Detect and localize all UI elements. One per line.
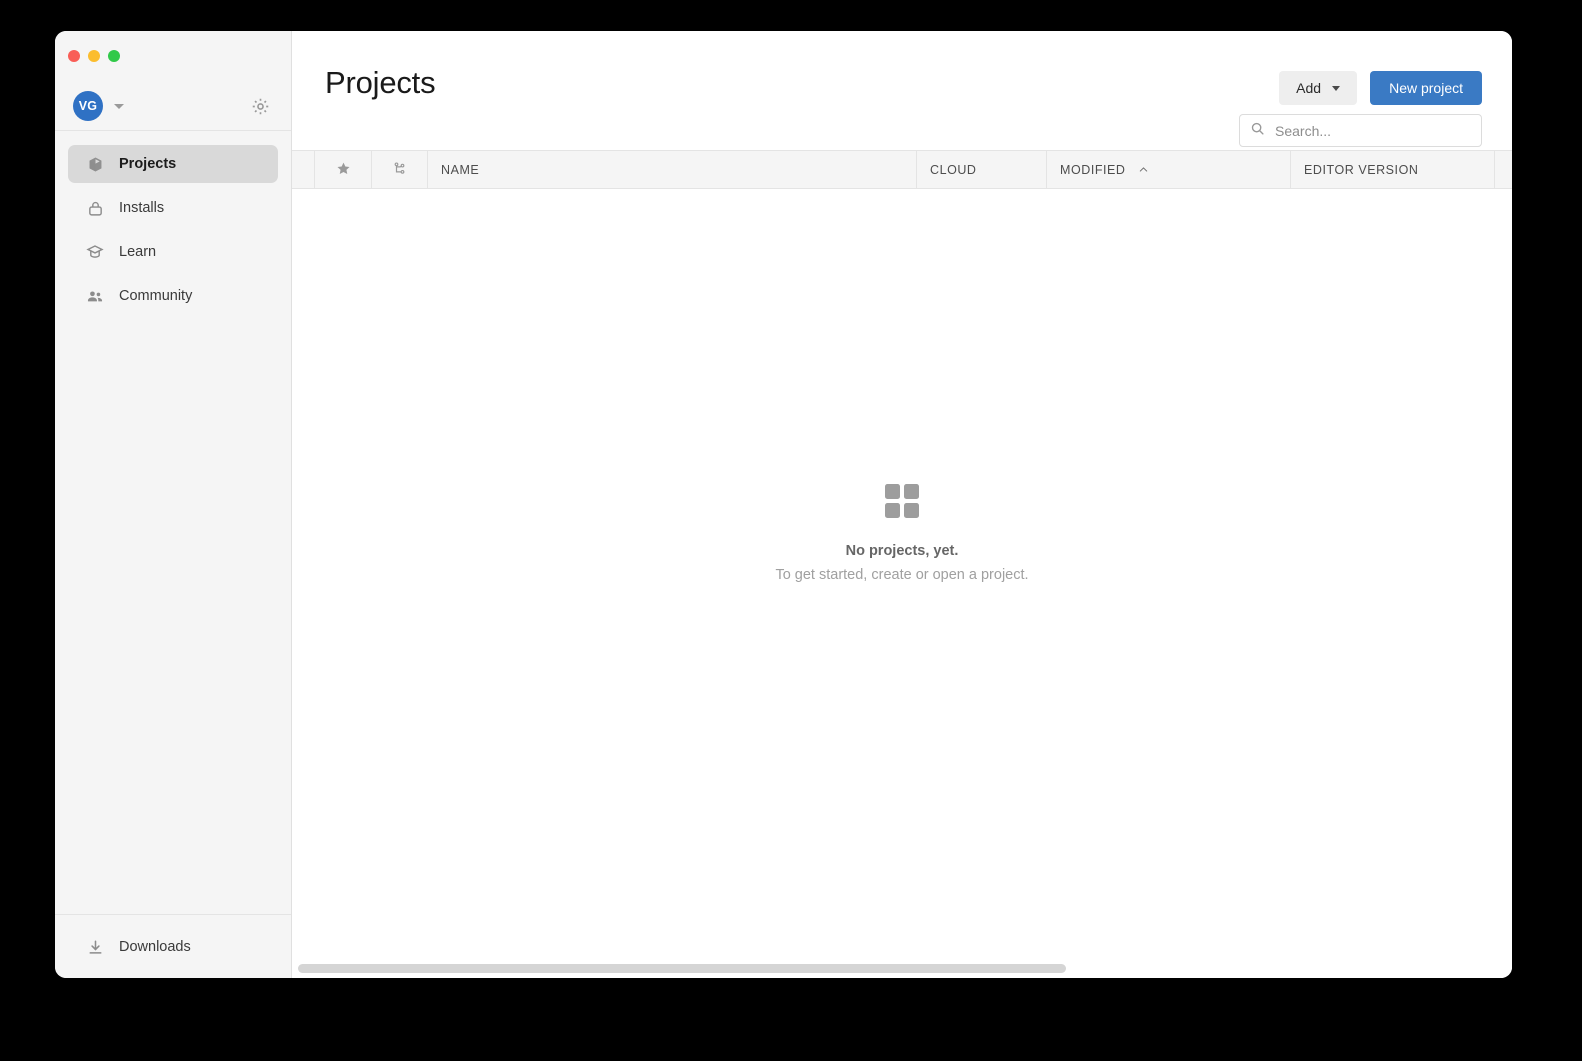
sidebar-item-downloads[interactable]: Downloads xyxy=(68,928,278,966)
sidebar-item-label: Projects xyxy=(119,156,177,172)
sidebar-footer: Downloads xyxy=(55,914,291,978)
search-row xyxy=(1239,114,1482,147)
table-header-gutter xyxy=(292,151,315,188)
graduation-cap-icon xyxy=(86,243,104,261)
search-box[interactable] xyxy=(1239,114,1482,147)
avatar[interactable]: VG xyxy=(73,91,103,121)
chevron-down-icon[interactable] xyxy=(114,103,124,109)
table-header-label: CLOUD xyxy=(930,162,977,177)
header-actions: Add New project xyxy=(1279,71,1482,105)
table-header-name[interactable]: NAME xyxy=(428,151,917,188)
table-header-label: EDITOR VERSION xyxy=(1304,162,1419,177)
empty-state-title: No projects, yet. xyxy=(845,543,959,559)
sidebar-item-installs[interactable]: Installs xyxy=(68,189,278,227)
sidebar-item-projects[interactable]: Projects xyxy=(68,145,278,183)
search-input[interactable] xyxy=(1275,122,1460,139)
git-branch-icon xyxy=(392,161,407,179)
cube-icon xyxy=(86,155,104,173)
projects-table-header: NAME CLOUD MODIFIED EDITOR VERSION xyxy=(292,150,1512,189)
sidebar-nav: Projects Installs Learn Community xyxy=(55,131,291,914)
table-header-favorite[interactable] xyxy=(315,151,372,188)
sidebar-item-label: Community xyxy=(119,288,193,304)
traffic-light-buttons xyxy=(68,50,120,62)
scrollbar-thumb[interactable] xyxy=(298,964,1066,973)
table-header-cloud[interactable]: CLOUD xyxy=(917,151,1047,188)
grid-square xyxy=(885,484,900,499)
projects-table-body: No projects, yet. To get started, create… xyxy=(292,189,1512,978)
minimize-window-button[interactable] xyxy=(88,50,100,62)
table-header-editor-version[interactable]: EDITOR VERSION xyxy=(1291,151,1495,188)
empty-state-subtitle: To get started, create or open a project… xyxy=(775,567,1029,583)
main-content: Projects Add New project Search... NAME … xyxy=(292,31,1512,978)
maximize-window-button[interactable] xyxy=(108,50,120,62)
people-icon xyxy=(86,287,104,305)
lock-icon xyxy=(86,199,104,217)
new-project-button[interactable]: New project xyxy=(1370,71,1482,105)
account-bar: VG xyxy=(55,84,291,128)
add-button-label: Add xyxy=(1296,80,1322,96)
grid-square xyxy=(885,503,900,518)
add-button[interactable]: Add xyxy=(1279,71,1358,105)
main-header: Projects Add New project xyxy=(292,31,1512,150)
page-title: Projects xyxy=(325,65,436,100)
table-header-version-control[interactable] xyxy=(372,151,428,188)
sidebar-item-label: Downloads xyxy=(119,939,191,955)
sidebar: VG Projects Installs Learn Community Dow… xyxy=(55,31,292,978)
window-titlebar xyxy=(55,31,291,84)
sidebar-item-learn[interactable]: Learn xyxy=(68,233,278,271)
search-icon xyxy=(1250,121,1265,141)
sidebar-item-label: Learn xyxy=(119,244,157,260)
star-icon xyxy=(336,161,351,179)
close-window-button[interactable] xyxy=(68,50,80,62)
grid-square xyxy=(904,484,919,499)
gear-icon[interactable] xyxy=(250,96,270,116)
grid-square xyxy=(904,503,919,518)
download-icon xyxy=(86,938,104,956)
table-header-actions xyxy=(1495,151,1512,188)
table-header-modified[interactable]: MODIFIED xyxy=(1047,151,1291,188)
sidebar-item-community[interactable]: Community xyxy=(68,277,278,315)
unity-hub-window: VG Projects Installs Learn Community Dow… xyxy=(55,31,1512,978)
chevron-up-icon xyxy=(1138,164,1149,175)
sidebar-item-label: Installs xyxy=(119,200,165,216)
table-header-label: NAME xyxy=(441,162,480,177)
grid-squares-icon xyxy=(885,484,919,518)
chevron-down-icon xyxy=(1332,85,1341,91)
horizontal-scrollbar[interactable] xyxy=(292,964,1512,973)
table-header-label: MODIFIED xyxy=(1060,162,1126,177)
empty-state: No projects, yet. To get started, create… xyxy=(292,484,1512,583)
